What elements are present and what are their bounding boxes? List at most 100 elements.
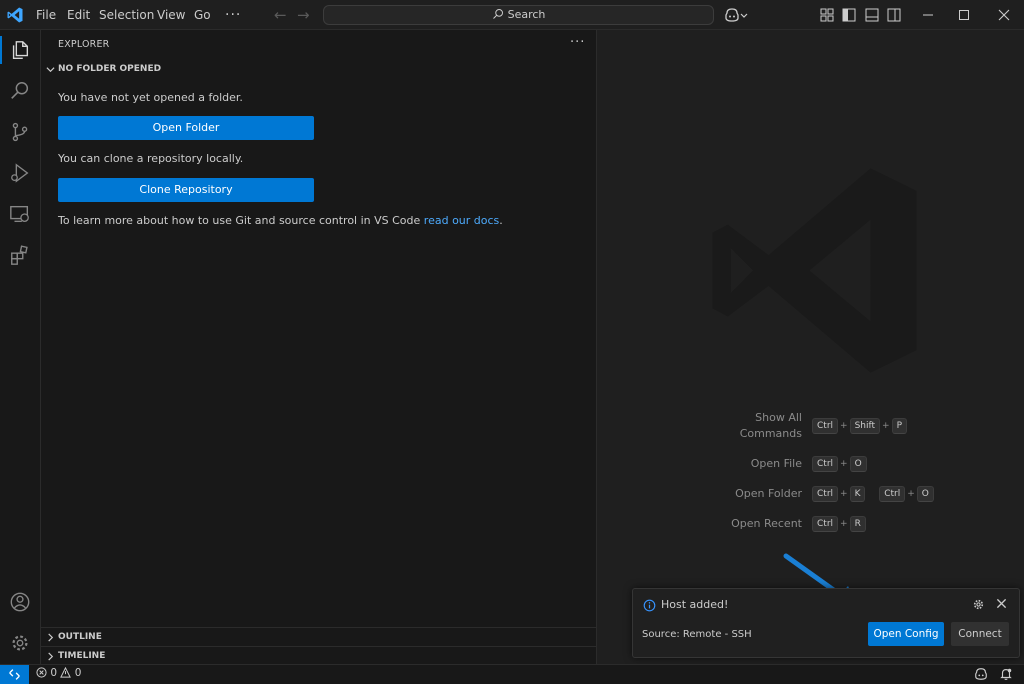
key: O bbox=[916, 486, 934, 502]
section-no-folder-opened[interactable]: NO FOLDER OPENED bbox=[41, 60, 597, 78]
source-control-icon bbox=[12, 122, 28, 142]
activity-run-and-debug[interactable] bbox=[0, 153, 41, 193]
shortcut-open-folder: Open Folder Ctrl + K Ctrl + O bbox=[597, 486, 1024, 504]
key: O bbox=[849, 456, 867, 472]
toggle-panel-icon[interactable] bbox=[864, 7, 880, 23]
section-outline[interactable]: OUTLINE bbox=[41, 627, 597, 645]
remote-icon bbox=[9, 669, 20, 680]
shortcut-label: Open Recent bbox=[731, 517, 802, 530]
shortcut-label: Open Folder bbox=[735, 487, 802, 500]
explorer-sidebar: EXPLORER ··· NO FOLDER OPENED You have n… bbox=[41, 30, 597, 664]
clone-message: You can clone a repository locally. bbox=[58, 152, 244, 165]
activity-manage[interactable] bbox=[0, 623, 41, 663]
toggle-secondary-sidebar-icon[interactable] bbox=[886, 7, 902, 23]
remote-indicator-button[interactable] bbox=[0, 665, 29, 684]
shortcut-label-line: Commands bbox=[739, 427, 802, 440]
chevron-down-icon bbox=[46, 67, 55, 73]
shortcut-keys: Ctrl + Shift + P bbox=[811, 418, 908, 434]
open-folder-button[interactable]: Open Folder bbox=[58, 116, 314, 140]
menu-more-button[interactable]: ··· bbox=[225, 0, 241, 30]
shortcut-show-all-commands: Show All Commands Ctrl + Shift + P bbox=[597, 410, 1024, 440]
menu-view[interactable]: View bbox=[157, 0, 185, 30]
search-icon bbox=[492, 9, 503, 19]
info-icon bbox=[643, 599, 656, 612]
activity-remote-explorer[interactable] bbox=[0, 194, 41, 234]
learn-more-message: To learn more about how to use Git and s… bbox=[58, 214, 503, 227]
shortcut-label-line: Show All bbox=[755, 411, 802, 424]
shortcut-label: Show All Commands bbox=[740, 410, 802, 442]
customize-layout-icon[interactable] bbox=[819, 7, 835, 23]
files-icon bbox=[12, 41, 29, 59]
close-window-button[interactable] bbox=[986, 0, 1022, 30]
maximize-icon bbox=[959, 10, 969, 20]
back-arrow-icon[interactable]: ← bbox=[274, 0, 287, 30]
activity-search[interactable] bbox=[0, 71, 41, 111]
problems-indicator[interactable]: 0 0 bbox=[36, 666, 82, 679]
title-bar: File Edit Selection View Go ··· ← → Sear… bbox=[0, 0, 1024, 30]
copilot-status-icon[interactable] bbox=[974, 667, 988, 681]
vscode-logo-icon bbox=[7, 7, 23, 23]
maximize-button[interactable] bbox=[946, 0, 982, 30]
open-config-button[interactable]: Open Config bbox=[868, 622, 944, 646]
menu-edit[interactable]: Edit bbox=[67, 0, 90, 30]
search-icon bbox=[11, 82, 29, 99]
search-label: Search bbox=[507, 8, 546, 21]
shortcut-open-recent: Open Recent Ctrl + R bbox=[597, 516, 1024, 534]
chevron-right-icon bbox=[48, 633, 54, 642]
notification-close-icon[interactable] bbox=[996, 598, 1007, 609]
menu-selection[interactable]: Selection bbox=[99, 0, 154, 30]
notification-toast: Host added! Source: Remote - SSH Open Co… bbox=[632, 588, 1020, 658]
shortcut-keys: Ctrl + O bbox=[811, 456, 868, 472]
key: R bbox=[849, 516, 866, 532]
command-center-search[interactable]: Search bbox=[323, 5, 714, 25]
chevron-right-icon bbox=[48, 652, 54, 661]
connect-button[interactable]: Connect bbox=[951, 622, 1009, 646]
close-icon bbox=[998, 9, 1010, 21]
remote-explorer-icon bbox=[10, 205, 29, 223]
section-label: TIMELINE bbox=[58, 651, 106, 661]
account-icon bbox=[10, 592, 30, 612]
shortcut-keys: Ctrl + K Ctrl + O bbox=[811, 486, 935, 502]
section-label: OUTLINE bbox=[58, 632, 102, 642]
notifications-bell-icon[interactable] bbox=[999, 667, 1013, 681]
forward-arrow-icon[interactable]: → bbox=[297, 0, 310, 30]
notification-source: Source: Remote - SSH bbox=[642, 629, 752, 640]
menu-go[interactable]: Go bbox=[194, 0, 211, 30]
chevron-down-icon[interactable] bbox=[739, 7, 749, 23]
key: Ctrl bbox=[812, 456, 839, 472]
gear-icon bbox=[12, 635, 28, 651]
learn-more-end: . bbox=[499, 214, 503, 227]
toggle-primary-sidebar-icon[interactable] bbox=[841, 7, 857, 23]
read-docs-link[interactable]: read our docs bbox=[424, 214, 499, 227]
notification-settings-icon[interactable] bbox=[972, 598, 985, 611]
learn-more-text: To learn more about how to use Git and s… bbox=[58, 214, 424, 227]
no-folder-message: You have not yet opened a folder. bbox=[58, 91, 243, 104]
error-icon bbox=[36, 667, 47, 678]
copilot-icon[interactable] bbox=[724, 7, 740, 23]
key: K bbox=[849, 486, 866, 502]
clone-repository-button[interactable]: Clone Repository bbox=[58, 178, 314, 202]
activity-extensions[interactable] bbox=[0, 235, 41, 275]
minimize-icon bbox=[923, 14, 933, 16]
section-label: NO FOLDER OPENED bbox=[58, 64, 162, 74]
vscode-watermark-icon bbox=[712, 168, 917, 373]
sidebar-more-actions-button[interactable]: ··· bbox=[570, 35, 585, 50]
shortcut-keys: Ctrl + R bbox=[811, 516, 867, 532]
error-count: 0 bbox=[50, 667, 58, 679]
sidebar-title: EXPLORER bbox=[58, 39, 110, 50]
notification-message: Host added! bbox=[661, 598, 729, 611]
warning-icon bbox=[60, 666, 72, 678]
minimize-button[interactable] bbox=[910, 0, 946, 30]
shortcut-label: Open File bbox=[750, 457, 802, 470]
activity-bar bbox=[0, 30, 41, 664]
activity-explorer[interactable] bbox=[0, 30, 41, 70]
section-timeline[interactable]: TIMELINE bbox=[41, 646, 597, 664]
warning-count: 0 bbox=[74, 667, 82, 679]
key: Ctrl bbox=[879, 486, 906, 502]
menu-file[interactable]: File bbox=[36, 0, 56, 30]
key: Ctrl bbox=[812, 516, 839, 532]
shortcut-open-file: Open File Ctrl + O bbox=[597, 456, 1024, 474]
key: Ctrl bbox=[812, 486, 839, 502]
activity-source-control[interactable] bbox=[0, 112, 41, 152]
activity-accounts[interactable] bbox=[0, 582, 41, 622]
